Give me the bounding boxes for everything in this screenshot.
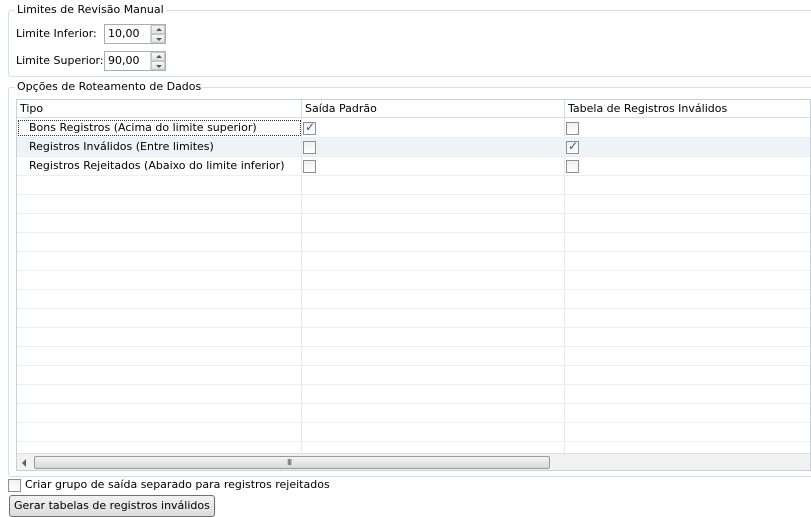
table-header: Tipo Saída Padrão Tabela de Registros In… (17, 100, 810, 118)
invalid-table-checkbox[interactable] (566, 139, 579, 154)
separate-group-checkbox[interactable] (8, 479, 21, 492)
empty-row (17, 404, 810, 423)
scroll-left-icon[interactable] (19, 457, 31, 468)
horizontal-scrollbar[interactable]: III (17, 453, 810, 470)
spin-down-icon[interactable] (151, 34, 165, 43)
spin-up-icon[interactable] (151, 25, 165, 34)
generate-invalid-tables-button[interactable]: Gerar tabelas de registros inválidos (9, 495, 215, 517)
column-header-type[interactable]: Tipo (17, 100, 302, 118)
upper-limit-spinner[interactable]: 90,00 (104, 51, 166, 71)
default-output-checkbox[interactable] (303, 120, 316, 135)
spin-down-icon[interactable] (151, 61, 165, 70)
empty-row (17, 385, 810, 404)
lower-limit-value[interactable]: 10,00 (108, 27, 140, 41)
empty-row (17, 195, 810, 214)
lower-limit-stepper[interactable] (150, 25, 165, 43)
invalid-table-checkbox[interactable] (566, 122, 579, 135)
empty-row (17, 309, 810, 328)
lower-limit-spinner[interactable]: 10,00 (104, 24, 166, 44)
table-row[interactable]: Bons Registros (Acima do limite superior… (17, 119, 810, 138)
upper-limit-stepper[interactable] (150, 52, 165, 70)
spin-up-icon[interactable] (151, 52, 165, 61)
row-type-cell: Registros Inválidos (Entre limites) (17, 138, 302, 156)
default-output-checkbox[interactable] (303, 160, 316, 173)
upper-limit-value[interactable]: 90,00 (108, 54, 140, 68)
empty-row (17, 423, 810, 442)
table-row[interactable]: Registros Rejeitados (Abaixo do limite i… (17, 157, 810, 176)
invalid-table-checkbox[interactable] (566, 160, 579, 173)
upper-limit-label: Limite Superior: (16, 54, 104, 67)
scrollbar-thumb[interactable]: III (34, 456, 550, 469)
column-header-default-output[interactable]: Saída Padrão (302, 100, 565, 118)
empty-row (17, 366, 810, 385)
row-type-cell: Registros Rejeitados (Abaixo do limite i… (17, 157, 302, 175)
empty-row (17, 290, 810, 309)
table-row[interactable]: Registros Inválidos (Entre limites) (17, 138, 810, 157)
default-output-checkbox[interactable] (303, 141, 316, 154)
manual-review-limits-title: Limites de Revisão Manual (15, 3, 166, 17)
row-type-cell: Bons Registros (Acima do limite superior… (17, 119, 302, 137)
empty-row (17, 347, 810, 366)
empty-row (17, 271, 810, 290)
routing-options-title: Opções de Roteamento de Dados (15, 80, 204, 94)
empty-row (17, 176, 810, 195)
empty-row (17, 252, 810, 271)
lower-limit-label: Limite Inferior: (16, 27, 97, 40)
grip-icon: III (287, 458, 292, 467)
column-header-invalid-table[interactable]: Tabela de Registros Inválidos (565, 100, 810, 118)
separate-group-label[interactable]: Criar grupo de saída separado para regis… (25, 478, 330, 492)
routing-table: Tipo Saída Padrão Tabela de Registros In… (16, 99, 811, 471)
empty-row (17, 328, 810, 347)
empty-row (17, 214, 810, 233)
empty-row (17, 233, 810, 252)
